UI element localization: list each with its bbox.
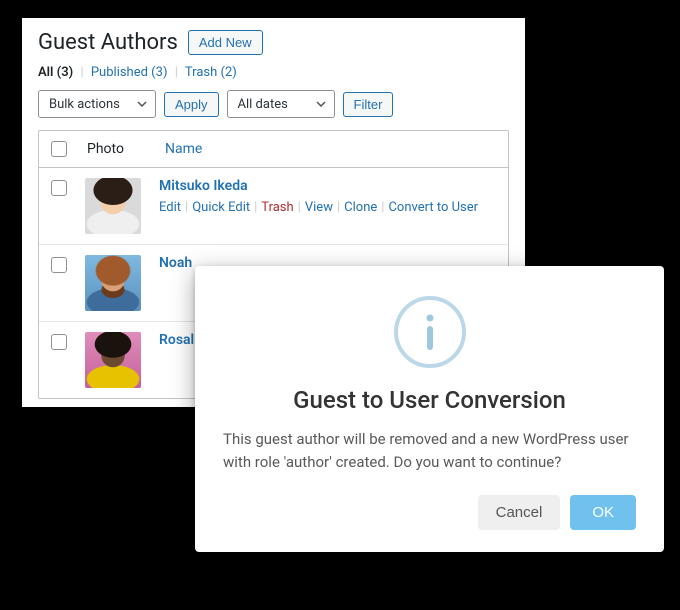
clone-link[interactable]: Clone [344, 200, 377, 215]
avatar [85, 255, 141, 311]
bulk-actions-select[interactable]: Bulk actions [38, 90, 156, 118]
convert-to-user-link[interactable]: Convert to User [388, 200, 478, 215]
ok-button[interactable]: OK [570, 495, 636, 530]
chevron-down-icon [316, 101, 326, 107]
table-row: Mitsuko Ikeda Edit|Quick Edit|Trash|View… [39, 168, 508, 245]
modal-message: This guest author will be removed and a … [223, 428, 636, 473]
bulk-actions-label: Bulk actions [49, 97, 120, 112]
add-new-button[interactable]: Add New [188, 30, 263, 55]
column-header-photo: Photo [87, 141, 147, 157]
modal-title: Guest to User Conversion [223, 386, 636, 414]
row-checkbox[interactable] [51, 257, 67, 273]
apply-button[interactable]: Apply [164, 92, 219, 117]
column-header-name[interactable]: Name [165, 141, 202, 157]
separator: | [175, 65, 178, 80]
status-filter-published[interactable]: Published (3) [91, 65, 168, 80]
trash-link[interactable]: Trash [261, 200, 293, 215]
status-filter-bar: All (3) | Published (3) | Trash (2) [38, 65, 509, 80]
page-header: Guest Authors Add New [38, 30, 509, 55]
date-filter-select[interactable]: All dates [227, 90, 335, 118]
edit-link[interactable]: Edit [159, 200, 181, 215]
quick-edit-link[interactable]: Quick Edit [192, 200, 250, 215]
row-actions: Edit|Quick Edit|Trash|View|Clone|Convert… [159, 200, 496, 215]
confirmation-modal: Guest to User Conversion This guest auth… [195, 266, 664, 552]
view-link[interactable]: View [305, 200, 333, 215]
status-filter-all[interactable]: All (3) [38, 65, 73, 80]
status-filter-trash[interactable]: Trash (2) [185, 65, 237, 80]
info-icon [392, 294, 468, 370]
filter-controls: Bulk actions Apply All dates Filter [38, 90, 509, 118]
avatar [85, 332, 141, 388]
separator: | [80, 65, 83, 80]
row-checkbox[interactable] [51, 334, 67, 350]
chevron-down-icon [137, 101, 147, 107]
page-title: Guest Authors [38, 30, 178, 55]
select-all-checkbox[interactable] [51, 141, 67, 157]
row-checkbox[interactable] [51, 180, 67, 196]
row-content: Mitsuko Ikeda Edit|Quick Edit|Trash|View… [159, 178, 496, 215]
avatar [85, 178, 141, 234]
modal-actions: Cancel OK [223, 495, 636, 530]
date-filter-label: All dates [238, 97, 288, 112]
cancel-button[interactable]: Cancel [478, 495, 561, 530]
filter-button[interactable]: Filter [343, 92, 394, 117]
table-header: Photo Name [39, 131, 508, 168]
author-name-link[interactable]: Mitsuko Ikeda [159, 178, 496, 194]
